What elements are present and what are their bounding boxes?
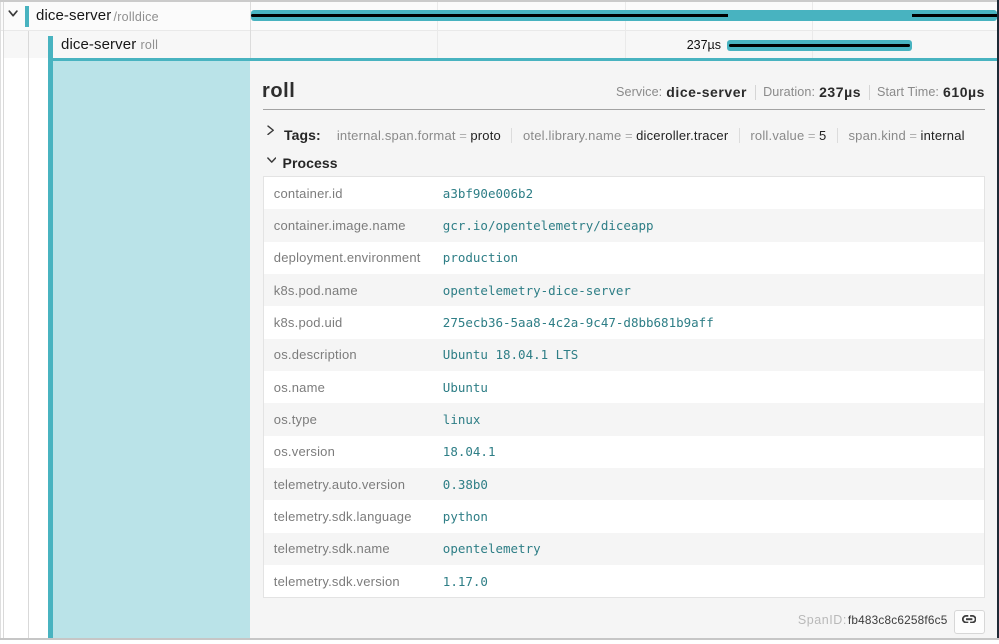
tags-summary: internal.span.format=protootel.library.n…	[337, 128, 965, 143]
tag-value: diceroller.tracer	[636, 128, 728, 143]
span-detail-meta: Service: dice-server Duration: 237µs Start T…	[400, 84, 985, 100]
indent-guide	[28, 31, 29, 638]
tag-equals: =	[625, 128, 633, 143]
process-key: os.type	[264, 412, 443, 427]
chevron-right-icon	[267, 125, 275, 136]
span-id-value: fb483c8c6258f6c5	[848, 613, 948, 627]
process-key: container.image.name	[264, 218, 443, 233]
process-table-row[interactable]: k8s.pod.uid275ecb36-5aa8-4c2a-9c47-d8bb6…	[264, 306, 983, 338]
span-bar-roll[interactable]	[727, 40, 913, 51]
process-value: 1.17.0	[443, 574, 488, 589]
process-value: opentelemetry	[443, 541, 541, 556]
process-table-row[interactable]: telemetry.sdk.languagepython	[264, 500, 983, 532]
span-id-label: SpanID:	[798, 613, 847, 627]
tags-accordion[interactable]: Tags: internal.span.format=protootel.lib…	[263, 122, 985, 148]
process-key: telemetry.sdk.name	[264, 541, 443, 556]
tag-key: span.kind	[848, 128, 905, 143]
process-value: production	[443, 250, 518, 265]
process-value: gcr.io/opentelemetry/diceapp	[443, 218, 654, 233]
process-table-row[interactable]: os.nameUbuntu	[264, 371, 983, 403]
tag-key: internal.span.format	[337, 128, 456, 143]
indent-guide	[3, 2, 4, 638]
process-table-row[interactable]: container.ida3bf90e006b2	[264, 177, 983, 209]
span-detail-title: roll	[262, 80, 295, 103]
meta-value: 610µs	[943, 84, 985, 100]
process-table-row[interactable]: deployment.environmentproduction	[264, 242, 983, 274]
collapse-children-icon[interactable]	[8, 10, 18, 18]
meta-value: dice-server	[666, 84, 747, 100]
process-table-row[interactable]: k8s.pod.nameopentelemetry-dice-server	[264, 274, 983, 306]
process-label: Process	[283, 155, 338, 171]
process-key: telemetry.sdk.language	[264, 509, 443, 524]
process-accordion[interactable]: Process	[263, 151, 663, 175]
process-value: Ubuntu	[443, 380, 488, 395]
process-key: telemetry.sdk.version	[264, 574, 443, 589]
process-value: Ubuntu 18.04.1 LTS	[443, 347, 578, 362]
process-table-row[interactable]: telemetry.auto.version0.38b0	[264, 468, 983, 500]
span-bar-rolldice[interactable]	[251, 10, 997, 21]
tag-key: otel.library.name	[523, 128, 622, 143]
link-icon	[962, 615, 976, 623]
process-value: a3bf90e006b2	[443, 186, 533, 201]
process-key: container.id	[264, 186, 443, 201]
meta-separator	[755, 85, 756, 100]
process-table-row[interactable]: telemetry.sdk.version1.17.0	[264, 565, 983, 597]
process-key: os.version	[264, 444, 443, 459]
meta-label: Duration:	[763, 85, 815, 99]
span-color-bar	[25, 6, 30, 27]
process-value: python	[443, 509, 488, 524]
tag-equals: =	[909, 128, 917, 143]
process-key: k8s.pod.name	[264, 283, 443, 298]
process-value: linux	[443, 412, 481, 427]
span-operation-name[interactable]: /rolldice	[114, 10, 159, 24]
span-duration-label: 237µs	[443, 38, 721, 52]
process-value: 275ecb36-5aa8-4c2a-9c47-d8bb681b9aff	[443, 315, 714, 330]
tag-value: internal	[920, 128, 964, 143]
span-id-footer: SpanID:fb483c8c6258f6c5	[250, 611, 948, 629]
meta-separator	[869, 85, 870, 100]
process-key: deployment.environment	[264, 250, 443, 265]
process-key: os.name	[264, 380, 443, 395]
trace-timeline-view: dice-server /rolldice dice-server roll 2…	[0, 0, 999, 644]
process-table-row[interactable]: telemetry.sdk.nameopentelemetry	[264, 533, 983, 565]
tags-label: Tags:	[284, 127, 321, 143]
span-service-name[interactable]: dice-server	[61, 36, 136, 53]
tag-separator	[837, 128, 838, 143]
tag-value: proto	[470, 128, 501, 143]
window-border-top	[0, 0, 999, 2]
process-key: k8s.pod.uid	[264, 315, 443, 330]
process-key: os.description	[264, 347, 443, 362]
tag-key: roll.value	[750, 128, 804, 143]
process-table-row[interactable]: container.image.namegcr.io/opentelemetry…	[264, 209, 983, 241]
process-key: telemetry.auto.version	[264, 477, 443, 492]
meta-label: Service:	[616, 85, 662, 99]
meta-label: Start Time:	[877, 85, 939, 99]
process-table-row[interactable]: os.descriptionUbuntu 18.04.1 LTS	[264, 339, 983, 371]
span-operation-name[interactable]: roll	[141, 38, 159, 52]
process-value: opentelemetry-dice-server	[443, 283, 631, 298]
tag-separator	[739, 128, 740, 143]
tag-equals: =	[459, 128, 467, 143]
process-table-row[interactable]: os.typelinux	[264, 403, 983, 435]
critical-path-segment	[251, 14, 728, 17]
detail-header-divider	[263, 109, 985, 110]
process-value: 18.04.1	[443, 444, 496, 459]
meta-value: 237µs	[819, 84, 861, 100]
row-separator	[1, 30, 997, 31]
critical-path-segment	[912, 14, 997, 17]
process-value: 0.38b0	[443, 477, 488, 492]
window-border-left	[0, 2, 1, 638]
process-table-row[interactable]: os.version18.04.1	[264, 436, 983, 468]
process-table: container.ida3bf90e006b2container.image.…	[263, 176, 984, 598]
detail-row-bottom-border	[0, 638, 999, 640]
tag-equals: =	[808, 128, 816, 143]
tag-separator	[511, 128, 512, 143]
deep-link-button[interactable]	[954, 610, 985, 634]
tag-value: 5	[819, 128, 826, 143]
critical-path-segment	[729, 44, 911, 47]
chevron-down-icon	[267, 157, 277, 163]
detail-row-accent[interactable]	[53, 61, 250, 638]
span-service-name[interactable]: dice-server	[36, 7, 111, 24]
